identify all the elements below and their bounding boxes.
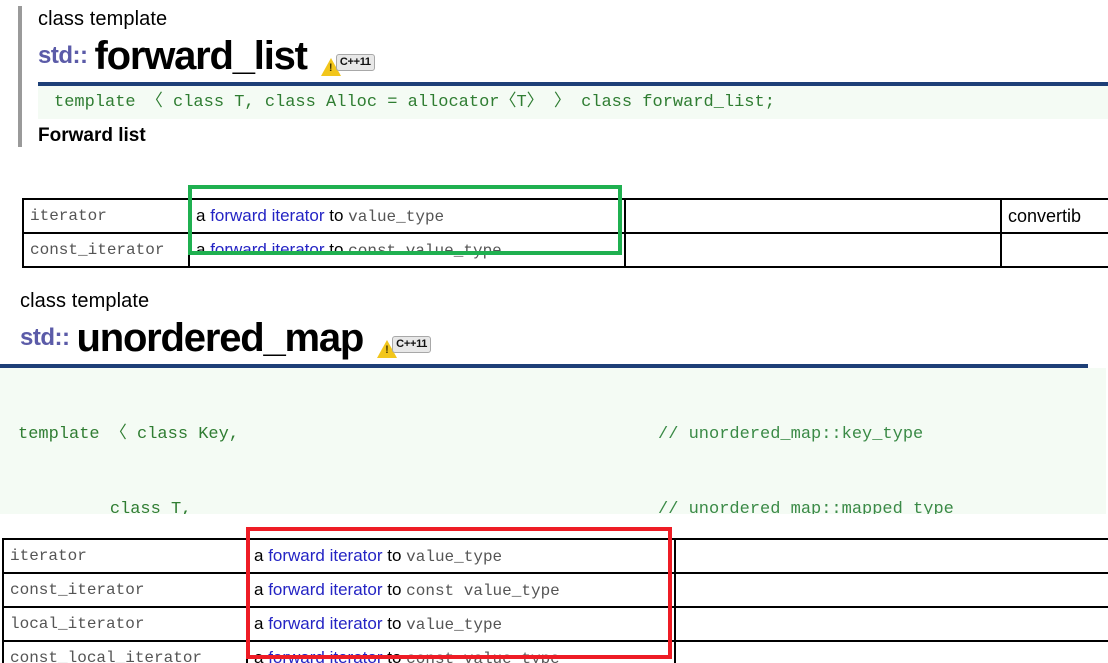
signature-code: class T,: [18, 500, 192, 514]
cpp-standard-label: C++11: [335, 54, 375, 71]
class-name: unordered_map: [76, 316, 364, 360]
table-row: const_iterator a forward iterator to con…: [2, 572, 1108, 608]
notes-cell: [674, 606, 1108, 642]
table-row: iterator a forward iterator to value_typ…: [22, 198, 1108, 234]
signature-comment: // unordered_map::mapped_type: [658, 500, 954, 514]
forward-iterator-link[interactable]: forward iterator: [268, 614, 382, 633]
desc-mid: to: [382, 546, 407, 565]
desc-type: const value_type: [406, 650, 560, 663]
kind-label: class template: [38, 8, 168, 30]
forward-iterator-link[interactable]: forward iterator: [268, 580, 382, 599]
member-type-cell: const_iterator: [22, 232, 189, 268]
desc-type: const value_type: [348, 242, 502, 260]
desc-type: value_type: [406, 616, 503, 634]
extra-cell: [1000, 232, 1108, 268]
desc-mid: to: [382, 614, 407, 633]
desc-prefix: a: [254, 614, 269, 633]
member-type-name: iterator: [10, 547, 87, 565]
signature-line: class T, // unordered_map::mapped_type: [18, 497, 1106, 514]
table-row: local_iterator a forward iterator to val…: [2, 606, 1108, 642]
signature-line: template 〈 class Key, // unordered_map::k…: [18, 422, 1106, 447]
table-row: iterator a forward iterator to value_typ…: [2, 538, 1108, 574]
class-signature-block: template 〈 class Key, // unordered_map::k…: [0, 368, 1106, 514]
member-types-table-unordered-map: iterator a forward iterator to value_typ…: [2, 538, 1108, 663]
extra-cell: convertib: [1000, 198, 1108, 234]
notes-cell: [624, 198, 1001, 234]
member-type-name: iterator: [30, 207, 107, 225]
desc-mid: to: [382, 580, 407, 599]
desc-mid: to: [324, 206, 349, 225]
table-row: const_iterator a forward iterator to con…: [22, 232, 1108, 268]
desc-mid: to: [324, 240, 349, 259]
member-type-name: const_iterator: [10, 581, 145, 599]
member-type-cell: iterator: [2, 538, 247, 574]
forward-iterator-link[interactable]: forward iterator: [268, 648, 382, 663]
desc-prefix: a: [254, 580, 269, 599]
notes-cell: [674, 572, 1108, 608]
desc-mid: to: [382, 648, 407, 663]
member-description-cell: a forward iterator to const value_type: [246, 640, 675, 663]
member-type-cell: const_local_iterator: [2, 640, 247, 663]
desc-prefix: a: [254, 546, 269, 565]
signature-code: template 〈 class Key,: [18, 425, 240, 444]
member-description-cell: a forward iterator to value_type: [188, 198, 625, 234]
member-description-cell: a forward iterator to value_type: [246, 538, 675, 574]
notes-cell: [674, 538, 1108, 574]
desc-type: value_type: [348, 208, 445, 226]
namespace-prefix: std::: [38, 42, 88, 69]
forward-iterator-link[interactable]: forward iterator: [268, 546, 382, 565]
desc-prefix: a: [254, 648, 269, 663]
member-description-cell: a forward iterator to const value_type: [188, 232, 625, 268]
desc-prefix: a: [196, 240, 211, 259]
member-description-cell: a forward iterator to const value_type: [246, 572, 675, 608]
namespace-prefix: std::: [20, 324, 70, 351]
class-signature: template 〈 class T, class Alloc = alloca…: [38, 86, 1108, 119]
member-type-cell: const_iterator: [2, 572, 247, 608]
member-type-name: const_iterator: [30, 241, 165, 259]
table-row: const_local_iterator a forward iterator …: [2, 640, 1108, 663]
notes-cell: [674, 640, 1108, 663]
section-subtitle: Forward list: [38, 125, 146, 146]
desc-type: value_type: [406, 548, 503, 566]
desc-prefix: a: [196, 206, 211, 225]
kind-label: class template: [20, 290, 150, 312]
notes-cell: [624, 232, 1001, 268]
class-name: forward_list: [94, 34, 308, 78]
section-forward-list: class template std:: forward_list C++11 …: [18, 6, 1108, 147]
forward-iterator-link[interactable]: forward iterator: [210, 240, 324, 259]
reference-page: class template std:: forward_list C++11 …: [0, 0, 1108, 663]
signature-comment: // unordered_map::key_type: [658, 425, 924, 444]
cpp-standard-badge[interactable]: C++11: [377, 336, 432, 358]
member-type-cell: iterator: [22, 198, 189, 234]
member-type-cell: local_iterator: [2, 606, 247, 642]
cpp-standard-badge[interactable]: C++11: [320, 54, 375, 76]
member-type-name: local_iterator: [10, 615, 145, 633]
cpp-standard-label: C++11: [392, 336, 432, 353]
page-title: std:: unordered_map C++11: [20, 316, 1108, 360]
page-title: std:: forward_list C++11: [38, 34, 1108, 78]
desc-type: const value_type: [406, 582, 560, 600]
member-description-cell: a forward iterator to value_type: [246, 606, 675, 642]
member-types-table-forward-list: iterator a forward iterator to value_typ…: [22, 198, 1108, 268]
section-unordered-map: class template std:: unordered_map C++11…: [0, 288, 1108, 514]
extra-text: convertib: [1008, 205, 1082, 226]
member-type-name: const_local_iterator: [10, 649, 203, 663]
forward-iterator-link[interactable]: forward iterator: [210, 206, 324, 225]
